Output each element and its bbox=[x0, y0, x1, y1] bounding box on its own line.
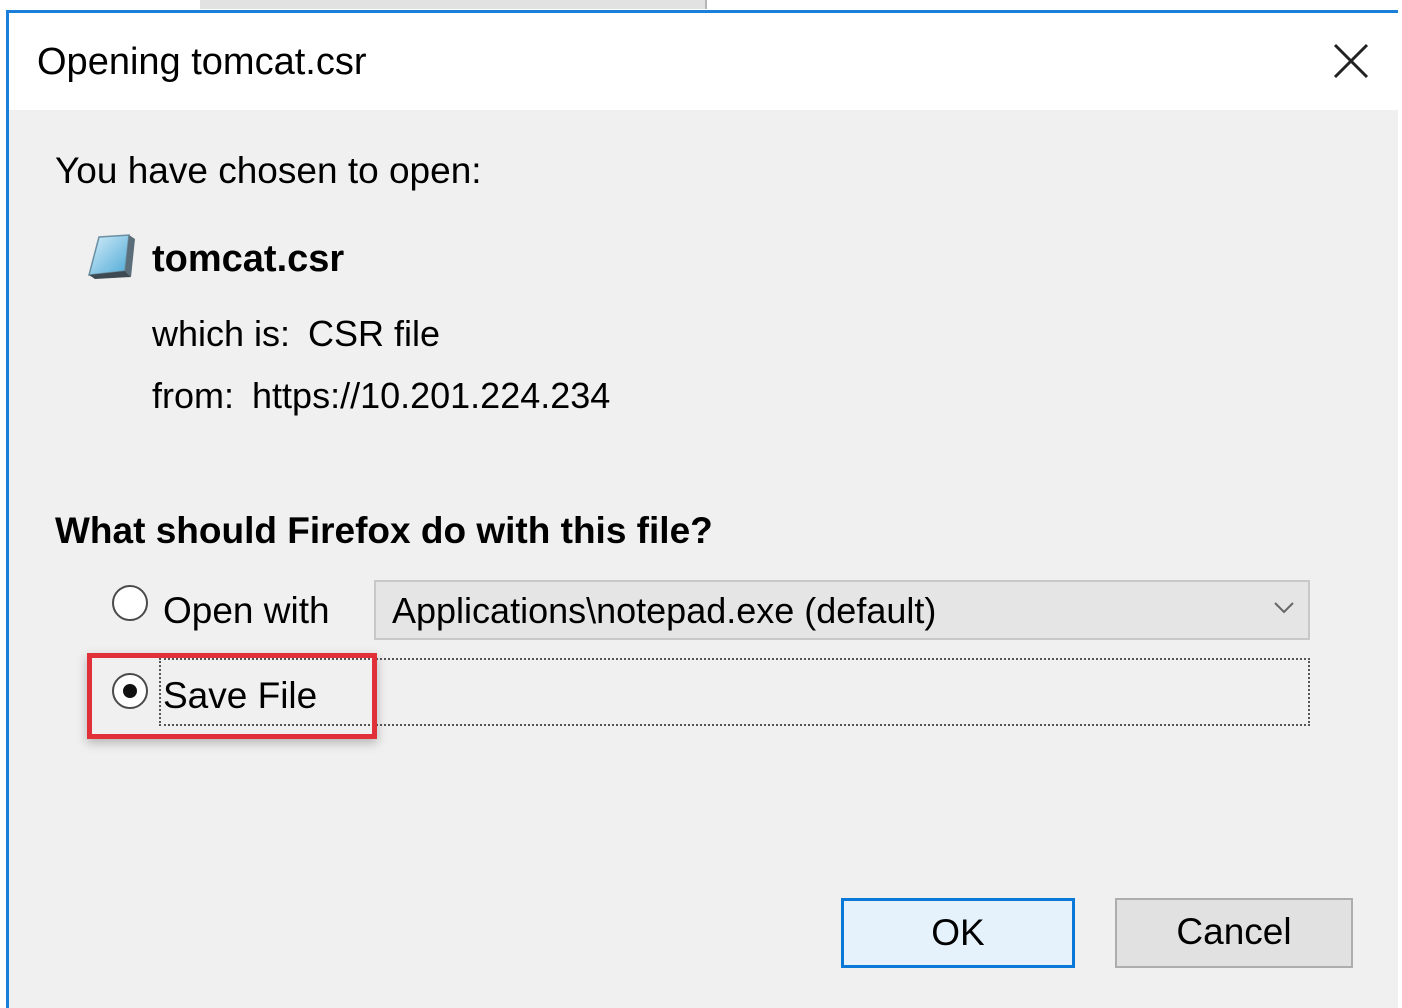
file-source-value: https://10.201.224.234 bbox=[252, 375, 611, 416]
file-type-value: CSR file bbox=[308, 313, 441, 354]
ok-button[interactable]: OK bbox=[841, 898, 1075, 968]
intro-text: You have chosen to open: bbox=[55, 150, 482, 191]
open-with-label[interactable]: Open with bbox=[163, 590, 330, 632]
file-icon bbox=[85, 233, 137, 281]
dialog-titlebar: Opening tomcat.csr bbox=[9, 13, 1398, 110]
file-type-label: which is: bbox=[152, 313, 291, 354]
save-file-highlight-annotation bbox=[87, 653, 377, 739]
application-select[interactable]: Applications\notepad.exe (default) bbox=[374, 580, 1310, 640]
file-source-row: from: https://10.201.224.234 bbox=[152, 375, 610, 417]
file-type-row: which is: CSR file bbox=[152, 313, 440, 355]
file-name: tomcat.csr bbox=[152, 238, 345, 280]
chevron-down-icon bbox=[1272, 598, 1296, 618]
action-question: What should Firefox do with this file? bbox=[55, 510, 713, 551]
application-select-value: Applications\notepad.exe (default) bbox=[392, 590, 937, 631]
open-file-dialog: Opening tomcat.csr You have chosen to op… bbox=[6, 10, 1398, 1008]
file-source-label: from: bbox=[152, 375, 235, 416]
dialog-title: Opening tomcat.csr bbox=[37, 41, 367, 83]
browser-tab-background bbox=[200, 0, 707, 9]
cancel-button[interactable]: Cancel bbox=[1115, 898, 1353, 968]
close-icon[interactable] bbox=[1331, 41, 1371, 81]
open-with-radio[interactable] bbox=[112, 585, 148, 621]
